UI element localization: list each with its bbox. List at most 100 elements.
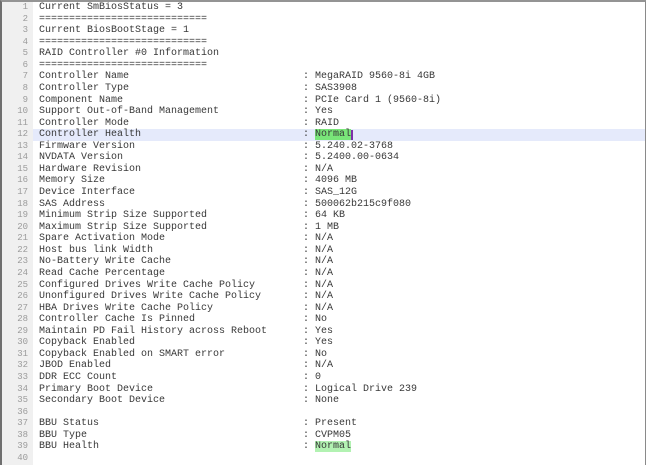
field-label: Memory Size bbox=[39, 175, 303, 187]
field-label: Copyback Enabled bbox=[39, 337, 303, 349]
line-number: 18 bbox=[2, 199, 33, 211]
editor-line[interactable]: 37BBU Status: Present bbox=[2, 418, 645, 430]
colon-separator: : bbox=[303, 129, 315, 140]
editor-line[interactable]: 31Copyback Enabled on SMART error: No bbox=[2, 349, 645, 361]
editor-line[interactable]: 36 bbox=[2, 407, 645, 419]
editor-line[interactable]: 32JBOD Enabled: N/A bbox=[2, 360, 645, 372]
editor-line[interactable]: 14NVDATA Version: 5.2400.00-0634 bbox=[2, 152, 645, 164]
field-value: CVPM05 bbox=[315, 430, 351, 441]
colon-separator: : bbox=[303, 280, 315, 291]
line-number: 16 bbox=[2, 175, 33, 187]
editor-rows: 1Current SmBiosStatus = 32==============… bbox=[2, 2, 645, 465]
colon-separator: : bbox=[303, 83, 315, 94]
colon-separator: : bbox=[303, 71, 315, 82]
editor-line[interactable]: 6============================ bbox=[2, 60, 645, 72]
editor-line[interactable]: 23No-Battery Write Cache: N/A bbox=[2, 256, 645, 268]
line-content: Memory Size: 4096 MB bbox=[33, 175, 645, 187]
editor-line[interactable]: 26Unonfigured Drives Write Cache Policy:… bbox=[2, 291, 645, 303]
colon-separator: : bbox=[303, 326, 315, 337]
line-content: Unonfigured Drives Write Cache Policy: N… bbox=[33, 291, 645, 303]
editor-line[interactable]: 15Hardware Revision: N/A bbox=[2, 164, 645, 176]
field-label: BBU Status bbox=[39, 418, 303, 430]
editor-line[interactable]: 13Firmware Version: 5.240.02-3768 bbox=[2, 141, 645, 153]
line-content: Support Out-of-Band Management: Yes bbox=[33, 106, 645, 118]
editor-line[interactable]: 35Secondary Boot Device: None bbox=[2, 395, 645, 407]
field-value: 500062b215c9f080 bbox=[315, 199, 411, 210]
line-content: Copyback Enabled: Yes bbox=[33, 337, 645, 349]
editor-line[interactable]: 20Maximum Strip Size Supported: 1 MB bbox=[2, 222, 645, 234]
line-content: DDR ECC Count: 0 bbox=[33, 372, 645, 384]
field-label: Read Cache Percentage bbox=[39, 268, 303, 280]
line-content bbox=[33, 453, 645, 465]
editor-line[interactable]: 39BBU Health: Normal bbox=[2, 441, 645, 453]
line-content: Maintain PD Fail History across Reboot: … bbox=[33, 326, 645, 338]
editor-line[interactable]: 29Maintain PD Fail History across Reboot… bbox=[2, 326, 645, 338]
editor-line[interactable]: 30Copyback Enabled: Yes bbox=[2, 337, 645, 349]
field-value: SAS_12G bbox=[315, 187, 357, 198]
line-number: 24 bbox=[2, 268, 33, 280]
field-value: N/A bbox=[315, 268, 333, 279]
field-label: Primary Boot Device bbox=[39, 384, 303, 396]
line-content: Host bus link Width: N/A bbox=[33, 245, 645, 257]
editor-line[interactable]: 4============================ bbox=[2, 37, 645, 49]
editor-line[interactable]: 12Controller Health: Normal bbox=[2, 129, 645, 141]
editor-line[interactable]: 7Controller Name: MegaRAID 9560-8i 4GB bbox=[2, 71, 645, 83]
line-content: Configured Drives Write Cache Policy: N/… bbox=[33, 280, 645, 292]
field-value: No bbox=[315, 349, 327, 360]
field-value: 4096 MB bbox=[315, 175, 357, 186]
line-content: SAS Address: 500062b215c9f080 bbox=[33, 199, 645, 211]
field-value: N/A bbox=[315, 360, 333, 371]
editor-line[interactable]: 25Configured Drives Write Cache Policy: … bbox=[2, 280, 645, 292]
field-value: RAID bbox=[315, 118, 339, 129]
editor-line[interactable]: 3Current BiosBootStage = 1 bbox=[2, 25, 645, 37]
editor-line[interactable]: 16Memory Size: 4096 MB bbox=[2, 175, 645, 187]
editor-line[interactable]: 8Controller Type: SAS3908 bbox=[2, 83, 645, 95]
editor-line[interactable]: 27HBA Drives Write Cache Policy: N/A bbox=[2, 303, 645, 315]
line-content: JBOD Enabled: N/A bbox=[33, 360, 645, 372]
line-number: 25 bbox=[2, 280, 33, 292]
line-content: Controller Mode: RAID bbox=[33, 118, 645, 130]
line-content: RAID Controller #0 Information bbox=[33, 48, 645, 60]
field-value: Present bbox=[315, 418, 357, 429]
line-number: 7 bbox=[2, 71, 33, 83]
line-number: 1 bbox=[2, 2, 33, 14]
editor-line[interactable]: 22Host bus link Width: N/A bbox=[2, 245, 645, 257]
line-number: 13 bbox=[2, 141, 33, 153]
colon-separator: : bbox=[303, 164, 315, 175]
field-label: Unonfigured Drives Write Cache Policy bbox=[39, 291, 303, 303]
line-number: 14 bbox=[2, 152, 33, 164]
line-number: 2 bbox=[2, 14, 33, 26]
line-content: HBA Drives Write Cache Policy: N/A bbox=[33, 303, 645, 315]
field-value: Yes bbox=[315, 337, 333, 348]
search-match: Normal bbox=[315, 441, 351, 452]
editor-line[interactable]: 38BBU Type: CVPM05 bbox=[2, 430, 645, 442]
editor-line[interactable]: 2============================ bbox=[2, 14, 645, 26]
line-number: 5 bbox=[2, 48, 33, 60]
editor-line[interactable]: 9Component Name: PCIe Card 1 (9560-8i) bbox=[2, 95, 645, 107]
line-number: 4 bbox=[2, 37, 33, 49]
editor-line[interactable]: 1Current SmBiosStatus = 3 bbox=[2, 2, 645, 14]
editor-line[interactable]: 28Controller Cache Is Pinned: No bbox=[2, 314, 645, 326]
editor-line[interactable]: 34Primary Boot Device: Logical Drive 239 bbox=[2, 384, 645, 396]
line-content: Secondary Boot Device: None bbox=[33, 395, 645, 407]
editor-line[interactable]: 17Device Interface: SAS_12G bbox=[2, 187, 645, 199]
editor-line[interactable]: 40 bbox=[2, 453, 645, 465]
editor-line[interactable]: 33DDR ECC Count: 0 bbox=[2, 372, 645, 384]
editor-line[interactable]: 24Read Cache Percentage: N/A bbox=[2, 268, 645, 280]
editor-line[interactable]: 11Controller Mode: RAID bbox=[2, 118, 645, 130]
colon-separator: : bbox=[303, 152, 315, 163]
line-content: Device Interface: SAS_12G bbox=[33, 187, 645, 199]
colon-separator: : bbox=[303, 106, 315, 117]
field-value: Logical Drive 239 bbox=[315, 384, 417, 395]
editor-line[interactable]: 21Spare Activation Mode: N/A bbox=[2, 233, 645, 245]
line-number: 19 bbox=[2, 210, 33, 222]
text-editor[interactable]: 1Current SmBiosStatus = 32==============… bbox=[0, 0, 646, 465]
colon-separator: : bbox=[303, 384, 315, 395]
editor-line[interactable]: 10Support Out-of-Band Management: Yes bbox=[2, 106, 645, 118]
editor-line[interactable]: 19Minimum Strip Size Supported: 64 KB bbox=[2, 210, 645, 222]
line-content: ============================ bbox=[33, 14, 645, 26]
editor-line[interactable]: 18SAS Address: 500062b215c9f080 bbox=[2, 199, 645, 211]
editor-line[interactable]: 5RAID Controller #0 Information bbox=[2, 48, 645, 60]
line-content: Minimum Strip Size Supported: 64 KB bbox=[33, 210, 645, 222]
field-value: N/A bbox=[315, 233, 333, 244]
